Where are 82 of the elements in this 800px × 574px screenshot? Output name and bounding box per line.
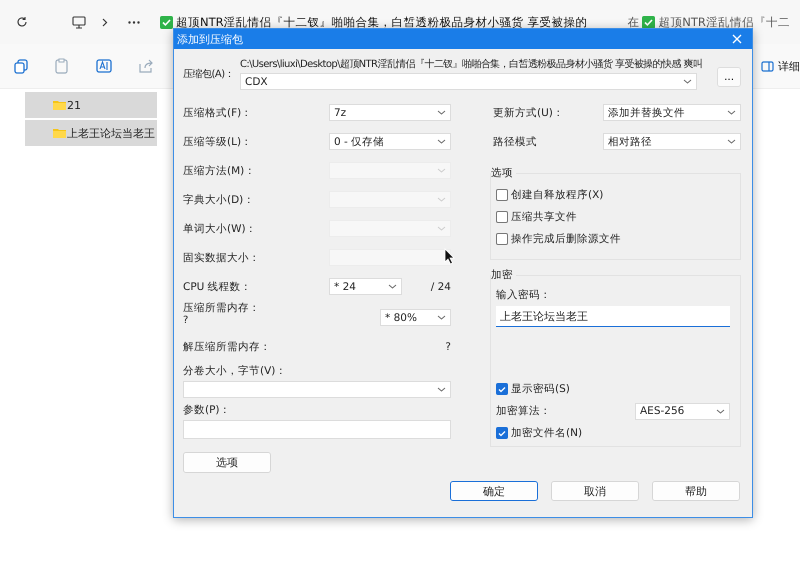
dropdown[interactable]: AES-256 bbox=[635, 402, 730, 420]
folder-icon bbox=[53, 100, 66, 110]
field-label: 更新方式(U)： bbox=[492, 106, 565, 120]
field-label: 输入密码： bbox=[496, 288, 552, 302]
caret-icon bbox=[683, 79, 692, 84]
field-label: 参数(P)： bbox=[183, 403, 232, 417]
checkmark-icon bbox=[498, 430, 506, 436]
dropdown[interactable]: 0 - 仅存储 bbox=[329, 133, 451, 150]
check-icon bbox=[642, 16, 656, 28]
folder-item[interactable]: 21 bbox=[25, 92, 157, 118]
breadcrumb-item[interactable]: 超顶NTR淫乱情侣『十二钗』啪啪合集，白皙透粉极品身材小骚货 享受被操的 bbox=[176, 14, 588, 30]
browse-button[interactable]: ... bbox=[717, 67, 741, 87]
caret-icon bbox=[437, 226, 446, 231]
dropdown[interactable]: 7z bbox=[329, 104, 451, 121]
field-label: 压缩格式(F)： bbox=[183, 106, 254, 120]
mouse-pointer-icon bbox=[444, 248, 455, 265]
group-title: 选项 bbox=[491, 166, 516, 180]
field-label: 解压缩所需内存： bbox=[183, 340, 271, 354]
copy-icon[interactable] bbox=[14, 58, 28, 74]
parameters-field[interactable] bbox=[183, 420, 451, 439]
caret-icon bbox=[716, 408, 725, 414]
close-icon[interactable] bbox=[732, 34, 742, 44]
checkbox-label: 创建自释放程序(X) bbox=[511, 188, 604, 202]
dropdown[interactable]: 相对路径 bbox=[603, 133, 741, 150]
field-label: 压缩方法(M)： bbox=[183, 164, 256, 178]
group-title: 加密 bbox=[491, 268, 516, 282]
caret-icon bbox=[388, 284, 397, 289]
caret-icon bbox=[727, 110, 736, 115]
panel-icon bbox=[761, 60, 774, 72]
field-label: 压缩包(A)： bbox=[183, 68, 236, 81]
archive-name-combobox[interactable]: CDX bbox=[240, 73, 697, 90]
field-label: 分卷大小，字节(V)： bbox=[183, 364, 288, 378]
checkbox-label: 压缩共享文件 bbox=[511, 210, 577, 224]
folder-icon bbox=[53, 128, 66, 138]
caret-icon bbox=[437, 168, 446, 173]
clipboard-icon[interactable] bbox=[55, 58, 68, 74]
caret-icon bbox=[437, 387, 446, 392]
caret-icon bbox=[437, 139, 446, 144]
memory-value: ? bbox=[445, 341, 451, 353]
checkmark-icon bbox=[498, 386, 506, 392]
field-label: 压缩所需内存： bbox=[183, 301, 260, 315]
chevron-right-icon[interactable] bbox=[102, 18, 108, 26]
caret-icon bbox=[437, 315, 446, 320]
window-title: 添加到压缩包 bbox=[177, 32, 243, 46]
caret-icon bbox=[727, 139, 736, 144]
field-label: 压缩等级(L)： bbox=[183, 134, 254, 148]
dialog-button[interactable]: 帮助 bbox=[652, 481, 740, 501]
folder-item[interactable]: 上老王论坛当老王 bbox=[25, 120, 157, 146]
field-label: CPU 线程数： bbox=[183, 280, 253, 294]
field-label: 加密算法： bbox=[496, 404, 551, 418]
caret-icon bbox=[437, 110, 446, 115]
thread-max: / 24 bbox=[430, 280, 451, 292]
details-button[interactable]: 详细 bbox=[761, 58, 800, 74]
refresh-icon[interactable] bbox=[16, 16, 28, 28]
search-field[interactable]: 在 超顶NTR淫乱情侣『十二 bbox=[627, 14, 790, 30]
password-field[interactable]: 上老王论坛当老王 bbox=[496, 306, 730, 327]
dropdown[interactable]: * 24 bbox=[329, 278, 402, 295]
checkbox[interactable] bbox=[496, 211, 508, 223]
monitor-icon[interactable] bbox=[72, 16, 86, 28]
checkbox-label: 操作完成后删除源文件 bbox=[511, 232, 621, 246]
options-button[interactable]: 选项 bbox=[183, 452, 271, 473]
field-label: 字典大小(D)： bbox=[183, 192, 256, 206]
more-icon[interactable] bbox=[128, 20, 140, 24]
share-icon[interactable] bbox=[139, 59, 154, 73]
check-icon bbox=[160, 16, 173, 28]
checkbox[interactable] bbox=[496, 189, 508, 201]
dialog-button[interactable]: 确定 bbox=[450, 481, 538, 501]
dialog-button[interactable]: 取消 bbox=[551, 481, 639, 501]
dropdown[interactable]: 添加并替换文件 bbox=[603, 104, 741, 121]
checkbox[interactable] bbox=[496, 233, 508, 245]
checkbox-label: 显示密码(S) bbox=[511, 382, 570, 396]
field-label: 单词大小(W)： bbox=[183, 222, 258, 236]
dropdown[interactable]: * 80% bbox=[380, 309, 451, 326]
rename-icon[interactable] bbox=[96, 58, 112, 74]
checkbox[interactable] bbox=[496, 427, 508, 439]
archive-path: C:\Users\liuxi\Desktop\超顶NTR淫乱情侣『十二钗』啪啪合集，白皙透粉极品身材小骚货 享受被操的快感 爽叫 bbox=[240, 58, 702, 71]
checkbox-label: 加密文件名(N) bbox=[511, 426, 582, 440]
field-label: 固实数据大小： bbox=[183, 250, 261, 264]
memory-value: ? bbox=[183, 315, 190, 326]
caret-icon bbox=[437, 197, 446, 202]
checkbox[interactable] bbox=[496, 383, 508, 395]
field-label: 路径模式 bbox=[492, 134, 538, 148]
